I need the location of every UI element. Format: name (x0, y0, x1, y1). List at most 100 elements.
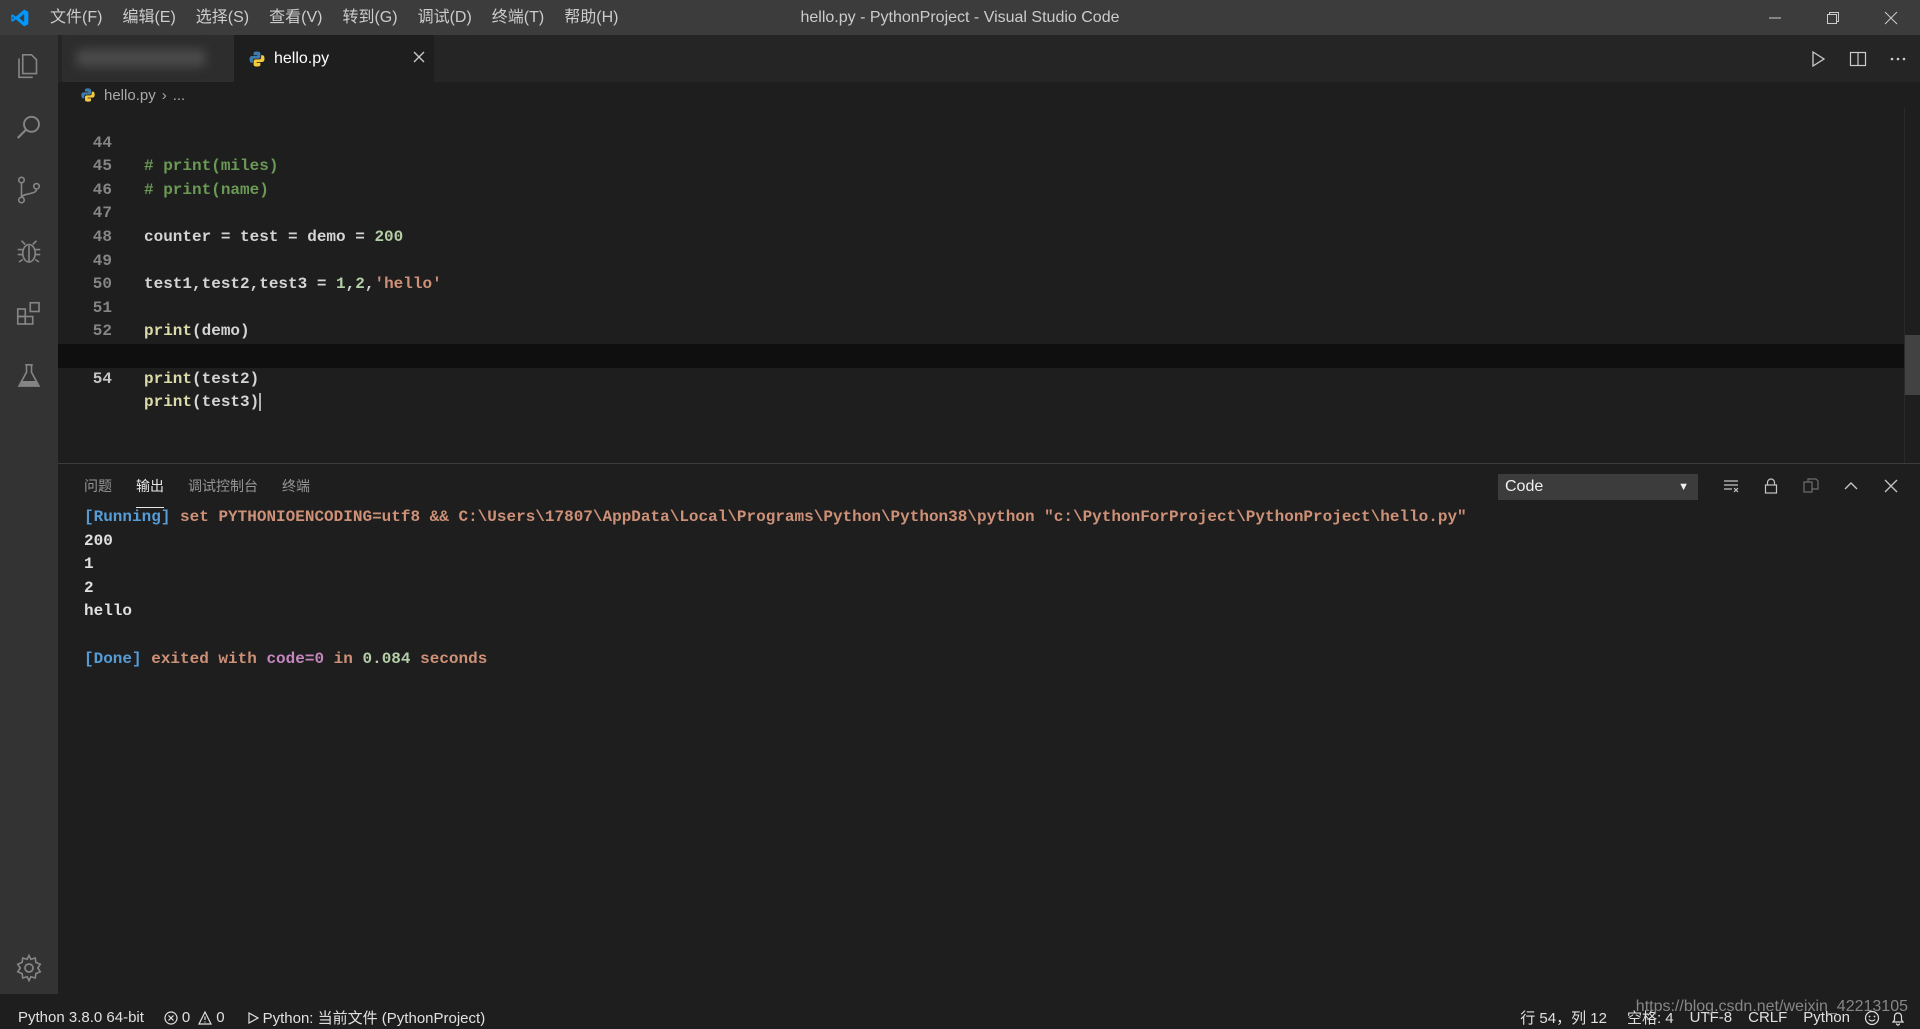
search-button[interactable] (0, 99, 58, 157)
menu-view[interactable]: 查看(V) (259, 0, 332, 35)
lock-icon (1764, 478, 1778, 494)
close-window-button[interactable] (1862, 0, 1920, 35)
cursor-position-item[interactable]: 行 54，列 12 (1520, 1006, 1607, 1029)
minimize-button[interactable] (1746, 0, 1804, 35)
restore-button[interactable] (1804, 0, 1862, 35)
code-line: 44 # print(miles) (58, 108, 1904, 176)
more-actions-button[interactable] (1886, 47, 1910, 71)
search-icon (16, 115, 40, 139)
text-cursor (259, 392, 262, 411)
menu-file[interactable]: 文件(F) (40, 0, 112, 35)
warning-count: 0 (216, 1009, 225, 1026)
vscode-logo-icon (0, 0, 40, 35)
open-log-button[interactable] (1798, 472, 1824, 500)
extensions-button[interactable] (0, 285, 58, 343)
cursor-position: 行 54，列 12 (1520, 1010, 1607, 1027)
tab-terminal[interactable]: 终端 (282, 464, 310, 508)
close-icon (1884, 11, 1898, 24)
menu-help[interactable]: 帮助(H) (554, 0, 628, 35)
python-file-icon (248, 50, 266, 68)
line-text: print(test2) (144, 369, 260, 388)
testing-button[interactable] (0, 347, 58, 405)
line-number: 54 (92, 369, 112, 388)
run-config: Python: 当前文件 (PythonProject) (262, 1010, 486, 1027)
restore-icon (1827, 11, 1839, 24)
error-count: 0 (181, 1009, 191, 1026)
maximize-panel-button[interactable] (1838, 472, 1864, 500)
tab-close-button[interactable] (412, 47, 426, 69)
output-channel-value: Code (1505, 478, 1544, 495)
source-control-button[interactable] (0, 161, 58, 219)
python-interpreter: Python 3.8.0 64-bit (18, 1009, 144, 1026)
done-code: code=0 (266, 649, 325, 668)
menu-terminal[interactable]: 终端(T) (482, 0, 554, 35)
copy-icon (1803, 478, 1819, 493)
output-result: 200 (84, 531, 113, 550)
running-command: set PYTHONIOENCODING=utf8 && C:\Users\17… (180, 508, 1467, 526)
code-line: 48 (58, 202, 1904, 246)
done-suffix: seconds (420, 649, 488, 668)
tab-blurred[interactable] (62, 35, 234, 82)
chevron-right-icon: › (161, 86, 167, 104)
tab-hello-py[interactable]: hello.py (234, 35, 434, 82)
output-channel-select[interactable]: Code ▼ (1498, 474, 1698, 500)
tab-debug-console[interactable]: 调试控制台 (188, 464, 258, 508)
run-config-item[interactable]: Python: 当前文件 (PythonProject) (247, 1006, 486, 1029)
done-in: in (333, 649, 353, 668)
debug-button[interactable] (0, 223, 58, 281)
menu-go[interactable]: 转到(G) (332, 0, 407, 35)
editor-tab-bar: hello.py (58, 35, 1920, 82)
play-icon (1812, 50, 1826, 67)
title-bar: 文件(F) 编辑(E) 选择(S) 查看(V) 转到(G) 调试(D) 终端(T… (0, 0, 1920, 35)
flask-icon (17, 363, 41, 387)
source-control-icon (17, 176, 41, 204)
settings-button[interactable] (0, 939, 58, 997)
chevron-up-icon (1844, 482, 1858, 490)
bug-icon (17, 240, 41, 263)
close-icon (1884, 479, 1898, 493)
lock-scroll-button[interactable] (1758, 472, 1784, 500)
ellipsis-icon (1890, 57, 1906, 60)
menu-selection[interactable]: 选择(S) (186, 0, 259, 35)
code-line: 47 counter = test = demo = 200 (58, 179, 1904, 246)
python-file-icon (80, 87, 96, 103)
menu-bar: 文件(F) 编辑(E) 选择(S) 查看(V) 转到(G) 调试(D) 终端(T… (40, 0, 628, 35)
running-tag: [Running] (84, 508, 171, 526)
tab-problems[interactable]: 问题 (84, 464, 112, 508)
chevron-down-icon: ▼ (1678, 481, 1689, 493)
close-panel-button[interactable] (1878, 472, 1904, 500)
menu-debug[interactable]: 调试(D) (408, 0, 482, 35)
output-running-line: [Running] set PYTHONIOENCODING=utf8 && C… (84, 506, 1467, 530)
tab-output[interactable]: 输出 (136, 464, 164, 508)
output-result: 2 (84, 578, 94, 597)
editor-scrollbar[interactable] (1904, 108, 1920, 463)
problems-item[interactable]: 0 0 (164, 1006, 225, 1029)
warning-icon (198, 1010, 213, 1025)
code-line: 46 (58, 155, 1904, 199)
output-done-line: [Done] exited with code=0 in 0.084 secon… (84, 648, 1467, 672)
code-line: 52 print(test1) (58, 297, 1904, 364)
output-text: [Running] set PYTHONIOENCODING=utf8 && C… (84, 506, 1467, 671)
clear-output-button[interactable] (1718, 472, 1744, 500)
code-editor[interactable]: 44 # print(miles) 45 # print(name) 46 47… (58, 108, 1904, 463)
breadcrumb-symbols[interactable]: ... (173, 87, 186, 104)
output-result: 1 (84, 555, 94, 574)
breadcrumb-file[interactable]: hello.py (104, 87, 156, 104)
editor-scroll-thumb[interactable] (1905, 335, 1920, 395)
split-editor-button[interactable] (1846, 47, 1870, 71)
line-text: print(test3) (144, 392, 262, 412)
python-interpreter-item[interactable]: Python 3.8.0 64-bit (18, 1006, 144, 1029)
extensions-icon (16, 301, 40, 325)
code-line: 53 print(test2) (58, 320, 1904, 388)
status-bar: Python 3.8.0 64-bit 0 0 Python: 当前文件 (Py… (0, 1006, 1920, 1029)
menu-edit[interactable]: 编辑(E) (112, 0, 185, 35)
split-editor-icon (1849, 51, 1867, 66)
code-line: 51 print(demo) (58, 273, 1904, 341)
minimize-icon (1769, 17, 1781, 18)
clear-all-icon (1724, 480, 1739, 493)
output-result: hello (84, 602, 133, 621)
code-line: 49 test1,test2,test3 = 1,2,'hello' (58, 226, 1904, 294)
gear-icon (16, 953, 42, 983)
explorer-button[interactable] (0, 37, 58, 95)
run-button[interactable] (1806, 47, 1830, 71)
